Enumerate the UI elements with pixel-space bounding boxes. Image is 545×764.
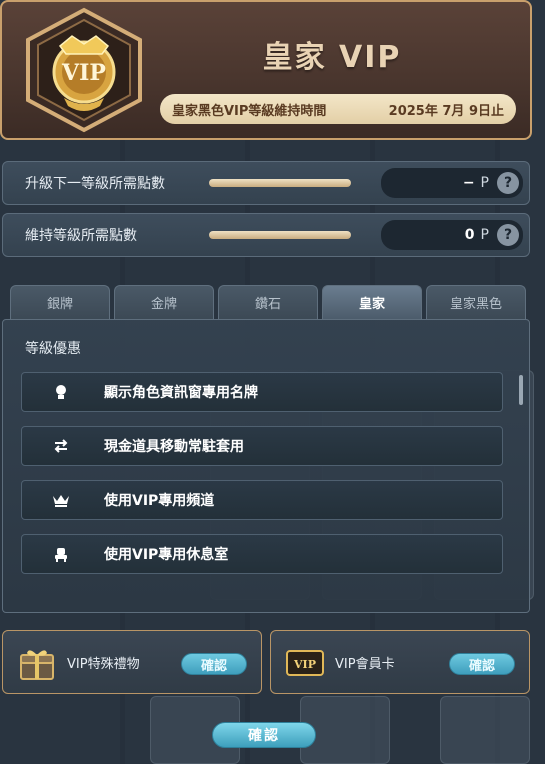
gift-chest-icon: [17, 645, 57, 681]
maintain-period-pill: 皇家黑色VIP等級維持時間 2025年 7月 9日止: [160, 94, 516, 124]
benefits-title: 等級優惠: [25, 341, 81, 357]
maintain-points-row: 維持等級所需點數 0 P ?: [2, 213, 530, 257]
benefit-label: 使用VIP專用休息室: [104, 547, 229, 563]
next-level-points-label: 升級下一等級所需點數: [25, 176, 165, 192]
points-value: 0: [464, 227, 475, 243]
points-unit: P: [480, 175, 489, 191]
svg-text:VIP: VIP: [61, 60, 106, 86]
maintain-date: 2025年 7月 9日止: [388, 103, 504, 119]
help-icon[interactable]: ?: [497, 224, 519, 246]
benefits-scrollbar[interactable]: [519, 375, 523, 405]
lounge-chair-icon: [52, 545, 70, 563]
maintain-label: 皇家黑色VIP等級維持時間: [172, 103, 327, 119]
crown-icon: [52, 491, 70, 509]
tab-silver[interactable]: 銀牌: [10, 285, 110, 319]
vip-badge-icon: VIP: [20, 6, 148, 134]
swap-arrows-icon: [52, 437, 70, 455]
vip-card-icon: VIP: [285, 645, 325, 681]
maintain-points-label: 維持等級所需點數: [25, 228, 137, 244]
tab-gold[interactable]: 金牌: [114, 285, 214, 319]
vip-special-gift-card: VIP特殊禮物 確認: [2, 630, 262, 694]
next-level-points-bar: [209, 179, 351, 187]
benefit-label: 顯示角色資訊窗專用名牌: [104, 385, 258, 401]
tab-diamond[interactable]: 鑽石: [218, 285, 318, 319]
next-level-points-value: − P ?: [381, 168, 523, 198]
nameplate-icon: [52, 383, 70, 401]
benefits-panel: 等級優惠 顯示角色資訊窗專用名牌 現金道具移動常駐套用 使用VIP專用頻道 使用…: [2, 319, 530, 613]
tab-royal-black[interactable]: 皇家黑色: [426, 285, 526, 319]
page-title: 皇家 VIP: [262, 40, 402, 75]
benefit-label: 使用VIP專用頻道: [104, 493, 215, 509]
points-value: −: [462, 175, 475, 191]
benefit-item: 現金道具移動常駐套用: [21, 426, 503, 466]
benefit-item: 使用VIP專用頻道: [21, 480, 503, 520]
help-icon[interactable]: ?: [497, 172, 519, 194]
vip-header: VIP 皇家 VIP 皇家黑色VIP等級維持時間 2025年 7月 9日止: [0, 0, 532, 140]
svg-text:VIP: VIP: [293, 658, 316, 671]
bg-item: [440, 696, 530, 764]
next-level-points-row: 升級下一等級所需點數 − P ?: [2, 161, 530, 205]
vip-special-gift-label: VIP特殊禮物: [67, 656, 140, 672]
vip-member-card-label: VIP會員卡: [335, 656, 395, 672]
gift-confirm-button[interactable]: 確認: [181, 653, 247, 675]
tier-tabs: 銀牌 金牌 鑽石 皇家 皇家黑色: [10, 285, 530, 319]
tab-royal[interactable]: 皇家: [322, 285, 422, 319]
benefit-item: 使用VIP專用休息室: [21, 534, 503, 574]
maintain-points-value: 0 P ?: [381, 220, 523, 250]
confirm-button[interactable]: 確認: [212, 722, 316, 748]
maintain-points-bar: [209, 231, 351, 239]
benefit-label: 現金道具移動常駐套用: [104, 439, 244, 455]
vip-member-card: VIP VIP會員卡 確認: [270, 630, 530, 694]
benefit-item: 顯示角色資訊窗專用名牌: [21, 372, 503, 412]
points-unit: P: [480, 227, 489, 243]
member-card-confirm-button[interactable]: 確認: [449, 653, 515, 675]
